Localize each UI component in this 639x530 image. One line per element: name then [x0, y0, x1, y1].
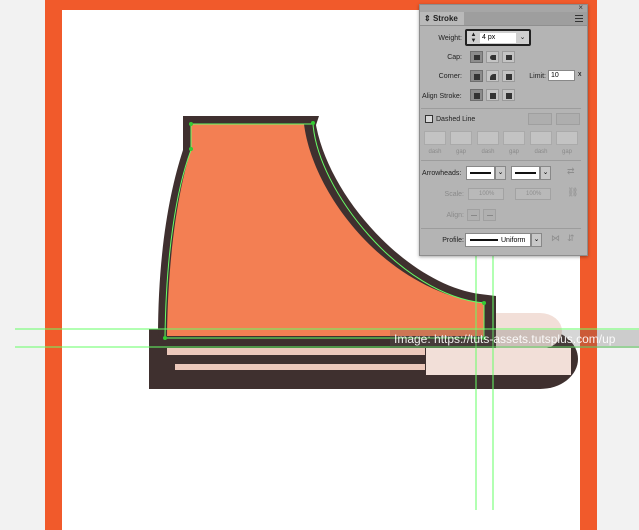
collapse-arrows-icon: ⇕ [424, 14, 431, 23]
chevron-down-icon[interactable]: ⌄ [495, 166, 506, 180]
butt-cap-button[interactable] [470, 51, 483, 63]
dash-label: dash [534, 149, 548, 155]
arrowheads-label: Arrowheads: [422, 170, 462, 177]
round-join-icon [490, 74, 496, 80]
divider [421, 160, 581, 161]
dashed-line-label: Dashed Line [436, 116, 476, 123]
profile-value: Uniform [501, 237, 526, 244]
tab-stroke[interactable]: ⇕ Stroke [420, 12, 464, 25]
end-arrowhead-select[interactable] [511, 166, 540, 180]
anchor-point [189, 122, 193, 126]
gap-field-1[interactable] [450, 131, 472, 145]
chevron-down-icon[interactable]: ⌄ [540, 166, 551, 180]
watermark-text: Image: https://tuts-assets.tutsplus.com/… [390, 330, 639, 348]
bevel-join-icon [506, 74, 512, 80]
gap-label: gap [508, 149, 519, 155]
align-inside-button[interactable] [486, 89, 499, 101]
dash-align-button[interactable] [556, 113, 580, 125]
weight-label: Weight: [438, 35, 462, 42]
miter-join-button[interactable] [470, 70, 483, 82]
align-arrows-label: Align: [446, 212, 464, 219]
divider [421, 228, 581, 229]
anchor-point [482, 301, 486, 305]
dash-field-1[interactable] [424, 131, 446, 145]
anchor-point [311, 121, 315, 125]
round-join-button[interactable] [486, 70, 499, 82]
tab-stroke-label: Stroke [432, 14, 458, 23]
limit-label: Limit: [529, 73, 546, 80]
start-scale-input[interactable]: 100% [468, 188, 504, 200]
chevron-down-icon[interactable]: ⌄ [531, 233, 542, 247]
divider [421, 108, 581, 109]
butt-cap-icon [474, 55, 480, 60]
round-cap-button[interactable] [486, 51, 499, 63]
gap-field-2[interactable] [503, 131, 525, 145]
round-cap-icon [490, 55, 496, 60]
align-stroke-label: Align Stroke: [422, 93, 462, 100]
align-center-icon [474, 93, 480, 99]
dash-field-3[interactable] [530, 131, 552, 145]
anchor-point [189, 147, 193, 151]
weight-input[interactable]: 4 px [480, 33, 516, 43]
arrow-tip-at-end-icon [487, 215, 493, 216]
projecting-cap-icon [506, 55, 512, 60]
flip-across-icon[interactable]: ⇵ [567, 233, 575, 244]
panel-titlebar[interactable]: × [420, 4, 587, 12]
arrow-tip-at-end-button[interactable] [483, 209, 496, 221]
align-inside-icon [490, 93, 496, 99]
dashed-line-checkbox[interactable] [425, 115, 433, 123]
chevron-down-icon[interactable]: ⌄ [518, 33, 527, 43]
align-outside-icon [506, 93, 512, 99]
dash-label: dash [428, 149, 442, 155]
flip-along-icon[interactable]: ⋈ [551, 233, 560, 244]
gap-label: gap [561, 149, 572, 155]
close-icon[interactable]: × [578, 4, 583, 12]
align-center-button[interactable] [470, 89, 483, 101]
dash-preserve-button[interactable] [528, 113, 552, 125]
miter-join-icon [474, 74, 480, 80]
swap-arrows-icon[interactable]: ⇄ [567, 166, 575, 177]
bevel-join-button[interactable] [502, 70, 515, 82]
dash-label: dash [481, 149, 495, 155]
start-arrowhead-select[interactable] [466, 166, 495, 180]
sole-stripe-bottom [175, 364, 425, 370]
sole-stripe-gap [167, 355, 425, 364]
dash-field-2[interactable] [477, 131, 499, 145]
profile-label: Profile: [442, 237, 464, 244]
panel-tab-row: ⇕ Stroke [420, 12, 587, 26]
anchor-point [163, 336, 167, 340]
sole-stripe-top [167, 348, 425, 355]
corner-label: Corner: [438, 73, 462, 80]
scale-label: Scale: [444, 191, 464, 198]
end-scale-input[interactable]: 100% [515, 188, 551, 200]
arrow-tip-beyond-button[interactable] [467, 209, 480, 221]
sole-light-round [540, 348, 571, 375]
projecting-cap-button[interactable] [502, 51, 515, 63]
gap-field-3[interactable] [556, 131, 578, 145]
arrow-tip-beyond-icon [471, 215, 477, 216]
limit-input[interactable]: 10 [548, 70, 575, 81]
gap-label: gap [455, 149, 466, 155]
link-icon[interactable]: ⛓ [567, 187, 578, 198]
limit-unit: x [578, 71, 582, 78]
cap-label: Cap: [447, 54, 462, 61]
panel-menu-icon[interactable] [575, 15, 583, 22]
profile-select[interactable]: Uniform [465, 233, 531, 247]
weight-stepper-icon[interactable]: ▲ ▼ [469, 32, 478, 44]
align-outside-button[interactable] [502, 89, 515, 101]
weight-control[interactable]: ▲ ▼ 4 px ⌄ [465, 29, 531, 46]
